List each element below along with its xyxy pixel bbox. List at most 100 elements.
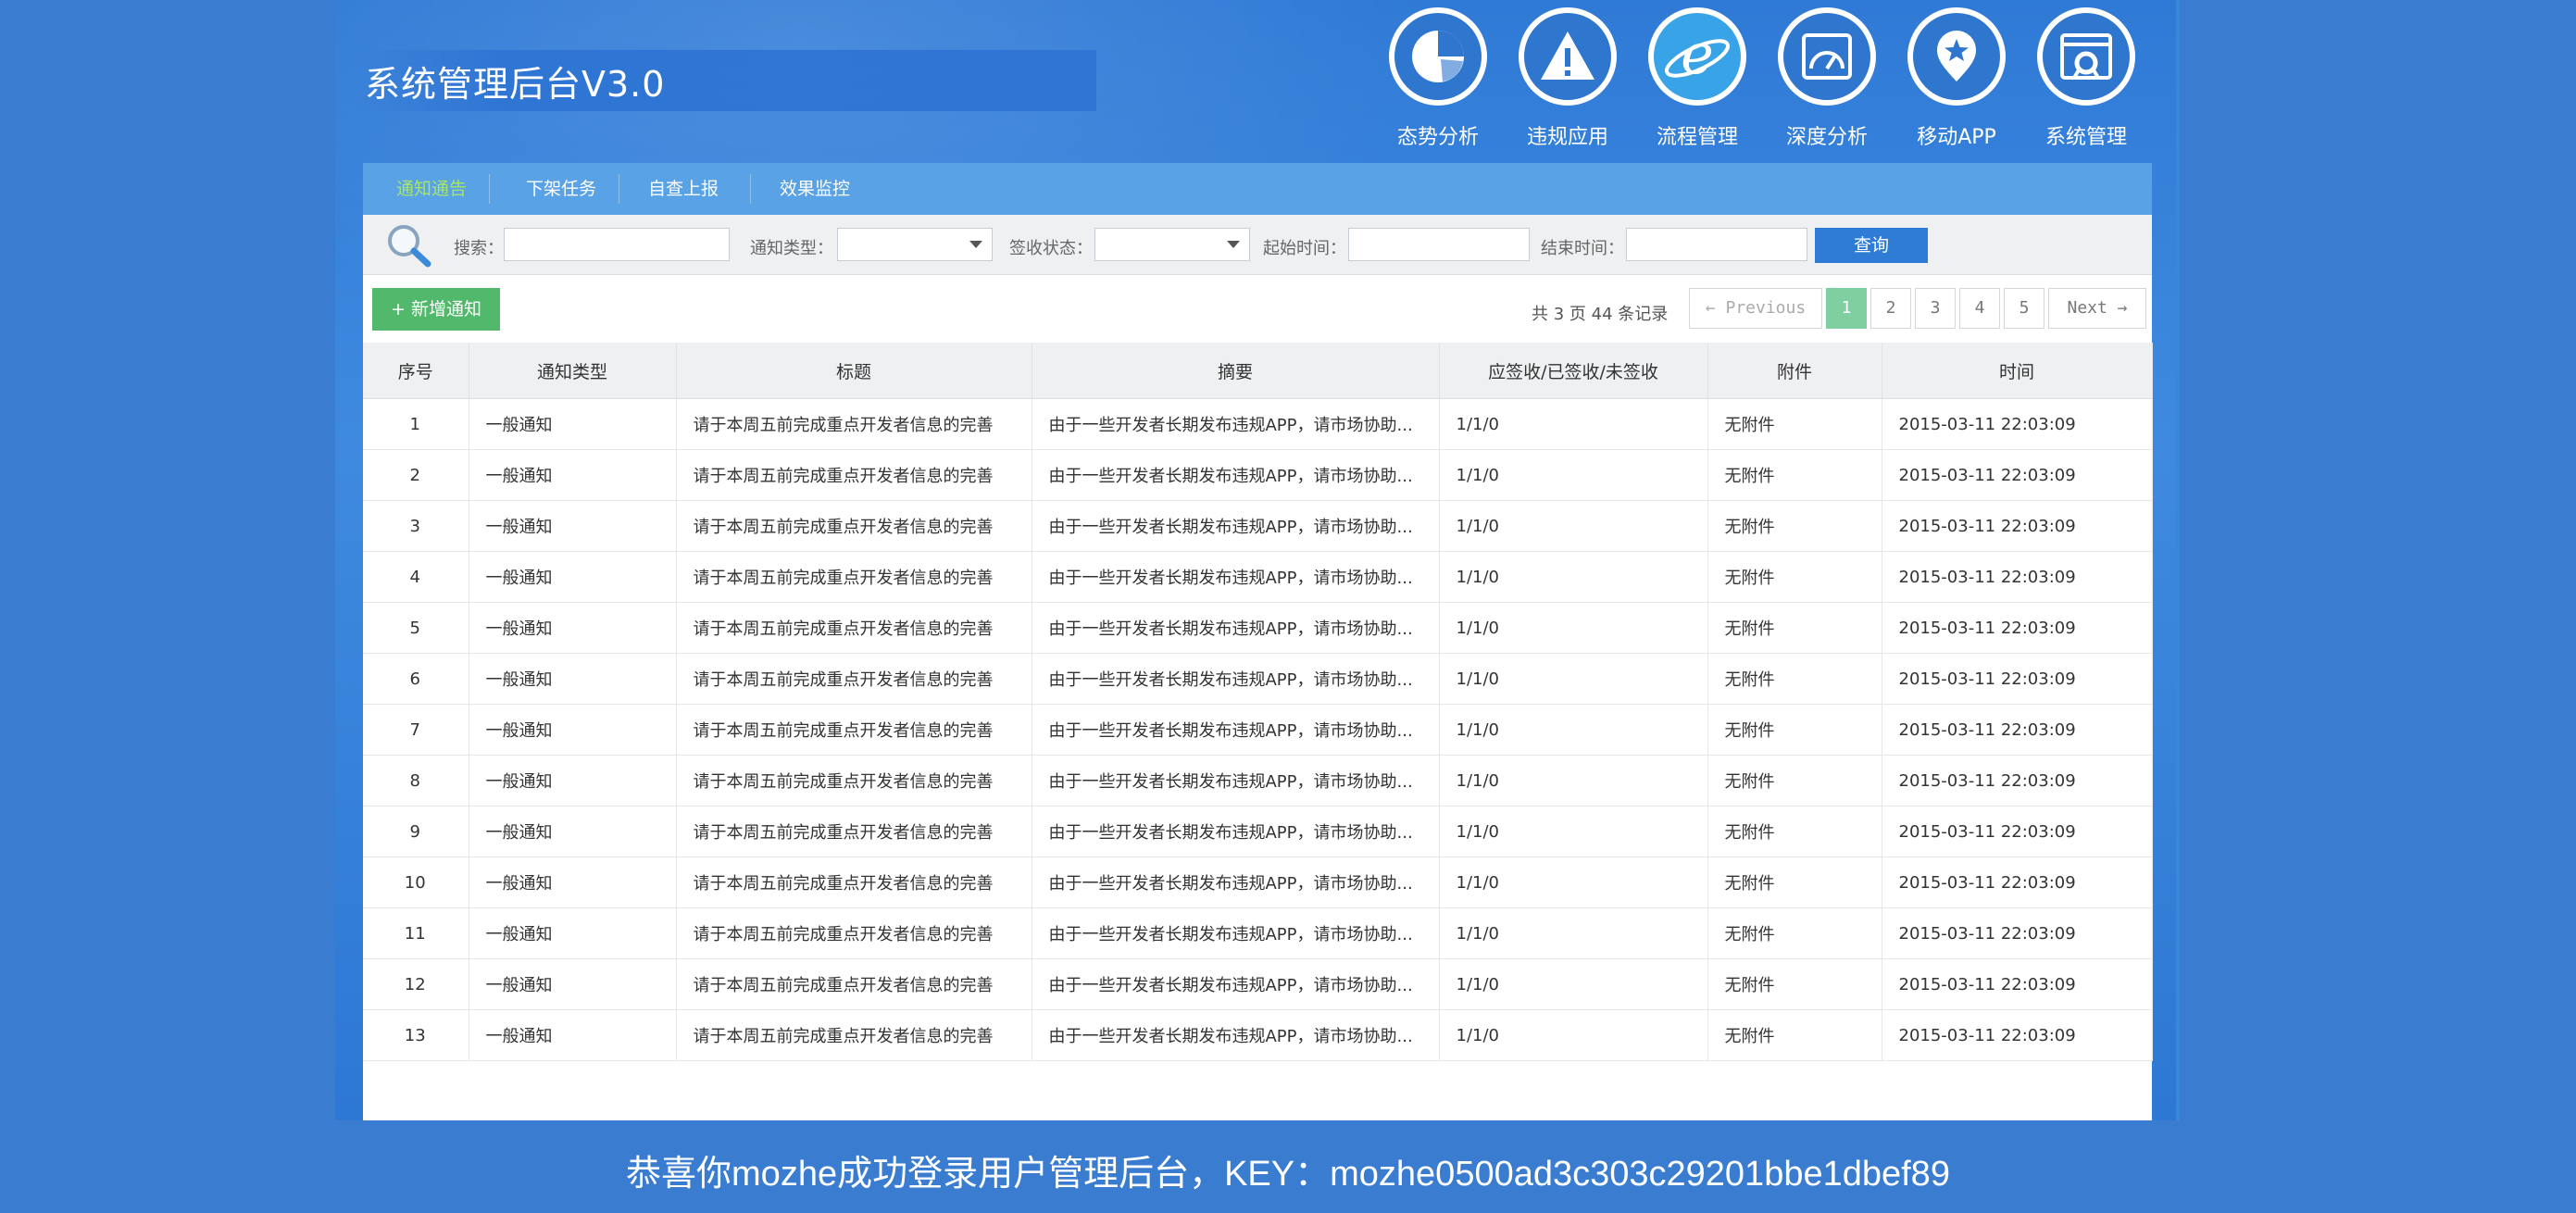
table-cell: 1/1/0 bbox=[1439, 857, 1708, 908]
nav-label: 深度分析 bbox=[1785, 126, 1868, 149]
table-row[interactable]: 5 一般通知 请于本周五前完成重点开发者信息的完善 由于一些开发者长期发布违规APP，… bbox=[363, 602, 2153, 654]
nav-situation-analysis[interactable]: 态势分析 bbox=[1378, 7, 1498, 150]
start-time-input[interactable] bbox=[1348, 228, 1530, 261]
nav-label: 态势分析 bbox=[1396, 126, 1479, 149]
tab-effect-monitor[interactable]: 效果监控 bbox=[780, 163, 850, 215]
table-cell: 请于本周五前完成重点开发者信息的完善 bbox=[676, 551, 1032, 603]
table-cell: 无附件 bbox=[1707, 500, 1882, 552]
table-cell: 无附件 bbox=[1707, 449, 1882, 501]
table-cell: 1/1/0 bbox=[1439, 704, 1708, 756]
table-cell: 请于本周五前完成重点开发者信息的完善 bbox=[676, 449, 1032, 501]
tab-notifications[interactable]: 通知通告 bbox=[396, 163, 467, 215]
table-body: 1 一般通知 请于本周五前完成重点开发者信息的完善 由于一些开发者长期发布违规APP，… bbox=[363, 398, 2153, 1061]
location-star-icon bbox=[1907, 7, 2006, 106]
table-cell: 一般通知 bbox=[469, 806, 677, 857]
table-cell: 一般通知 bbox=[469, 500, 677, 552]
table-cell: 1 bbox=[363, 398, 469, 450]
table-row[interactable]: 7 一般通知 请于本周五前完成重点开发者信息的完善 由于一些开发者长期发布违规APP，… bbox=[363, 704, 2153, 756]
page-button-3[interactable]: 3 bbox=[1915, 288, 1956, 329]
table-row[interactable]: 13 一般通知 请于本周五前完成重点开发者信息的完善 由于一些开发者长期发布违规APP… bbox=[363, 1009, 2153, 1061]
table-cell: 2015-03-11 22:03:09 bbox=[1882, 653, 2153, 705]
table-cell: 2015-03-11 22:03:09 bbox=[1882, 907, 2153, 959]
table-cell: 无附件 bbox=[1707, 704, 1882, 756]
settings-window-icon bbox=[2037, 7, 2135, 106]
tab-self-check[interactable]: 自查上报 bbox=[648, 163, 719, 215]
table-cell: 由于一些开发者长期发布违规APP，请市场协助... bbox=[1032, 551, 1440, 603]
table-cell: 请于本周五前完成重点开发者信息的完善 bbox=[676, 653, 1032, 705]
status-select[interactable] bbox=[1094, 228, 1250, 261]
table-row[interactable]: 3 一般通知 请于本周五前完成重点开发者信息的完善 由于一些开发者长期发布违规APP，… bbox=[363, 500, 2153, 552]
nav-deep-analysis[interactable]: 深度分析 bbox=[1767, 7, 1887, 150]
table-cell: 请于本周五前完成重点开发者信息的完善 bbox=[676, 806, 1032, 857]
status-label: 签收状态： bbox=[1009, 239, 1093, 258]
table-cell: 一般通知 bbox=[469, 958, 677, 1010]
table-cell: 一般通知 bbox=[469, 907, 677, 959]
page-button-1[interactable]: 1 bbox=[1826, 288, 1867, 329]
login-success-message: 恭喜你mozhe成功登录用户管理后台，KEY：mozhe0500ad3c303c… bbox=[626, 1155, 1950, 1194]
right-toolbar: 5 bbox=[2176, 0, 2180, 1120]
table-cell: 13 bbox=[363, 1009, 469, 1061]
nav-label: 系统管理 bbox=[2045, 126, 2127, 149]
table-cell: 由于一些开发者长期发布违规APP，请市场协助... bbox=[1032, 857, 1440, 908]
table-cell: 由于一些开发者长期发布违规APP，请市场协助... bbox=[1032, 500, 1440, 552]
end-time-input[interactable] bbox=[1626, 228, 1807, 261]
table-cell: 无附件 bbox=[1707, 1009, 1882, 1061]
table-row[interactable]: 11 一般通知 请于本周五前完成重点开发者信息的完善 由于一些开发者长期发布违规APP… bbox=[363, 907, 2153, 959]
table-cell: 无附件 bbox=[1707, 806, 1882, 857]
nav-mobile-app[interactable]: 移动APP bbox=[1896, 7, 2017, 150]
table-row[interactable]: 6 一般通知 请于本周五前完成重点开发者信息的完善 由于一些开发者长期发布违规APP，… bbox=[363, 653, 2153, 705]
table-cell: 4 bbox=[363, 551, 469, 603]
column-header: 序号 bbox=[363, 343, 469, 399]
table-row[interactable]: 4 一般通知 请于本周五前完成重点开发者信息的完善 由于一些开发者长期发布违规APP，… bbox=[363, 551, 2153, 603]
nav-violating-apps[interactable]: 违规应用 bbox=[1507, 7, 1628, 150]
table-cell: 请于本周五前完成重点开发者信息的完善 bbox=[676, 1009, 1032, 1061]
table-row[interactable]: 9 一般通知 请于本周五前完成重点开发者信息的完善 由于一些开发者长期发布违规APP，… bbox=[363, 806, 2153, 857]
table-cell: 2015-03-11 22:03:09 bbox=[1882, 1009, 2153, 1061]
tab-takedown-tasks[interactable]: 下架任务 bbox=[526, 163, 596, 215]
table-cell: 请于本周五前完成重点开发者信息的完善 bbox=[676, 398, 1032, 450]
svg-text:e: e bbox=[1681, 22, 1714, 87]
search-input[interactable] bbox=[504, 228, 730, 261]
table-cell: 1/1/0 bbox=[1439, 551, 1708, 603]
table-cell: 11 bbox=[363, 907, 469, 959]
table-cell: 由于一些开发者长期发布违规APP，请市场协助... bbox=[1032, 653, 1440, 705]
add-notification-button[interactable]: + 新增通知 bbox=[372, 288, 500, 331]
end-time-label: 结束时间： bbox=[1541, 239, 1624, 258]
nav-system-management[interactable]: 系统管理 bbox=[2026, 7, 2146, 150]
table-cell: 由于一些开发者长期发布违规APP，请市场协助... bbox=[1032, 958, 1440, 1010]
table-cell: 请于本周五前完成重点开发者信息的完善 bbox=[676, 755, 1032, 807]
page-button-5[interactable]: 5 bbox=[2004, 288, 2045, 329]
table-cell: 1/1/0 bbox=[1439, 907, 1708, 959]
table-cell: 由于一些开发者长期发布违规APP，请市场协助... bbox=[1032, 398, 1440, 450]
table-row[interactable]: 8 一般通知 请于本周五前完成重点开发者信息的完善 由于一些开发者长期发布违规APP，… bbox=[363, 755, 2153, 807]
table-cell: 请于本周五前完成重点开发者信息的完善 bbox=[676, 500, 1032, 552]
table-cell: 一般通知 bbox=[469, 857, 677, 908]
next-page-button[interactable]: Next → bbox=[2048, 288, 2146, 329]
type-select[interactable] bbox=[837, 228, 993, 261]
table-row[interactable]: 12 一般通知 请于本周五前完成重点开发者信息的完善 由于一些开发者长期发布违规APP… bbox=[363, 958, 2153, 1010]
page-button-4[interactable]: 4 bbox=[1959, 288, 2000, 329]
nav-label: 违规应用 bbox=[1526, 126, 1608, 149]
table-cell: 一般通知 bbox=[469, 398, 677, 450]
table-header-row: 序号 通知类型 标题 摘要 应签收/已签收/未签收 附件 时间 bbox=[363, 343, 2153, 399]
table-cell: 一般通知 bbox=[469, 704, 677, 756]
table-cell: 2015-03-11 22:03:09 bbox=[1882, 755, 2153, 807]
previous-page-button[interactable]: ← Previous bbox=[1689, 288, 1822, 329]
magnifier-icon bbox=[385, 222, 433, 272]
page-button-2[interactable]: 2 bbox=[1870, 288, 1911, 329]
table-row[interactable]: 1 一般通知 请于本周五前完成重点开发者信息的完善 由于一些开发者长期发布违规APP，… bbox=[363, 398, 2153, 450]
table-cell: 一般通知 bbox=[469, 755, 677, 807]
table-row[interactable]: 2 一般通知 请于本周五前完成重点开发者信息的完善 由于一些开发者长期发布违规APP，… bbox=[363, 449, 2153, 501]
table-cell: 无附件 bbox=[1707, 551, 1882, 603]
table-cell: 1/1/0 bbox=[1439, 398, 1708, 450]
nav-process-management[interactable]: e 流程管理 bbox=[1637, 7, 1757, 150]
table-cell: 2015-03-11 22:03:09 bbox=[1882, 958, 2153, 1010]
query-button[interactable]: 查询 bbox=[1815, 228, 1928, 263]
table-cell: 无附件 bbox=[1707, 602, 1882, 654]
table-cell: 一般通知 bbox=[469, 653, 677, 705]
table-row[interactable]: 10 一般通知 请于本周五前完成重点开发者信息的完善 由于一些开发者长期发布违规APP… bbox=[363, 857, 2153, 908]
search-bar: 搜索： 通知类型： 签收状态： 起始时间： 结束时间： 查询 bbox=[363, 215, 2152, 275]
column-header: 时间 bbox=[1882, 343, 2153, 399]
nav-label: 移动APP bbox=[1917, 126, 1996, 149]
table-cell: 1/1/0 bbox=[1439, 653, 1708, 705]
